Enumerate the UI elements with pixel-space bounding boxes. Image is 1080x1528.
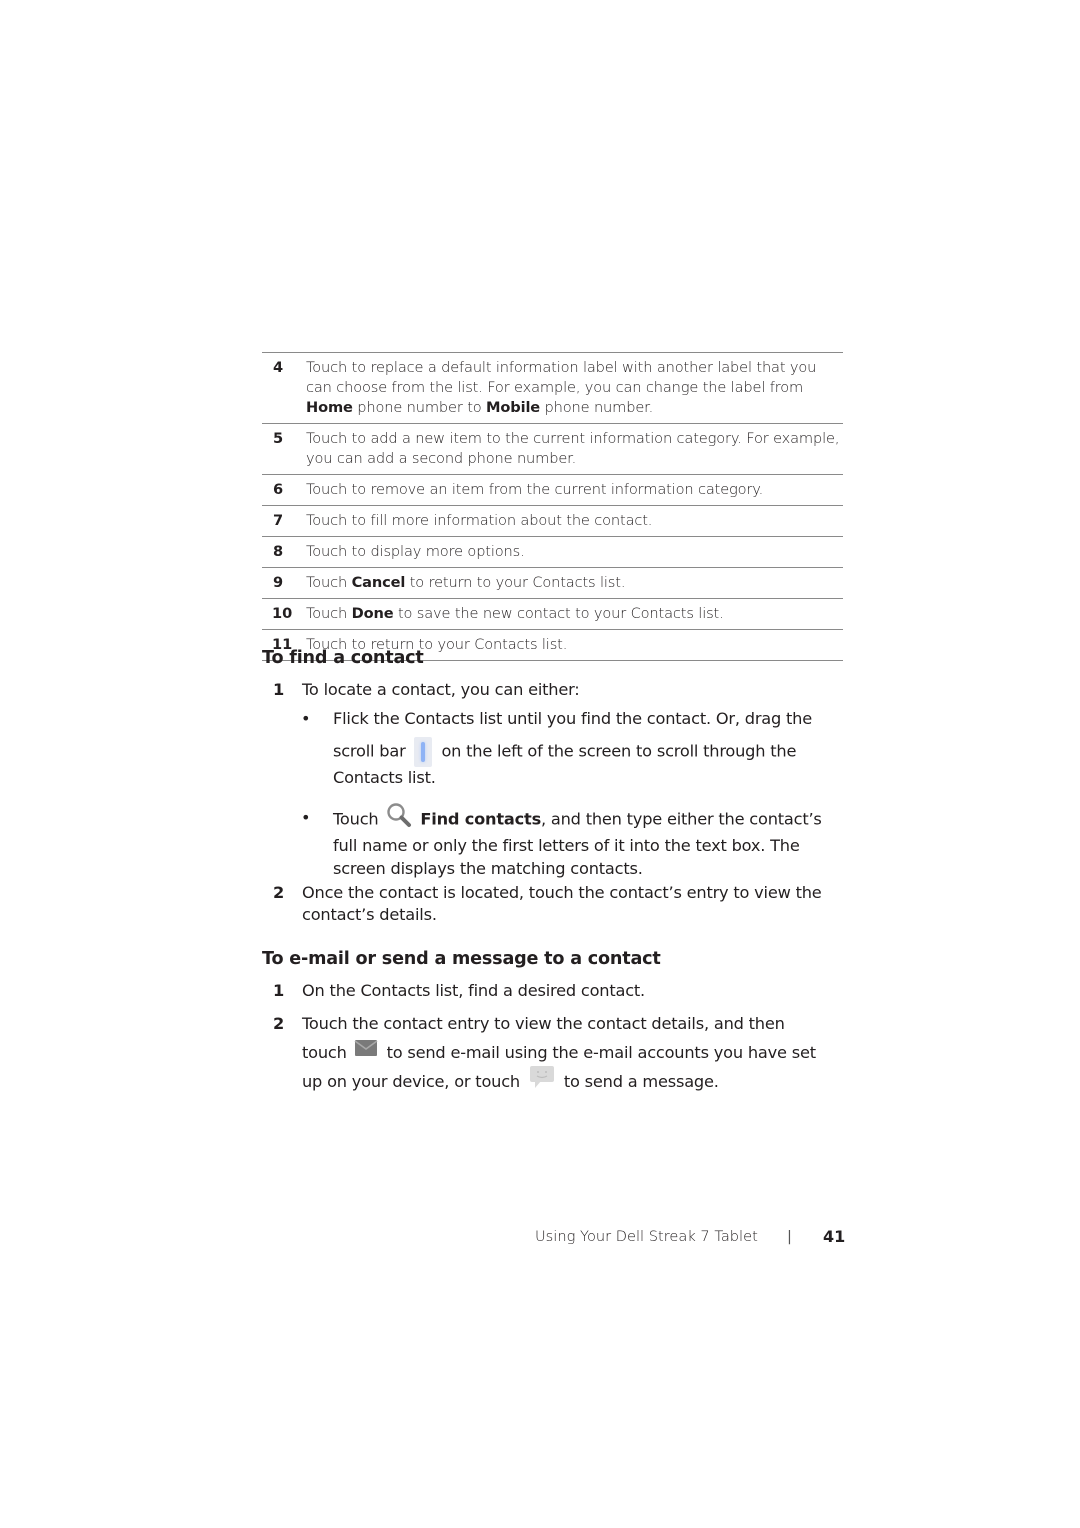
- bold-term: Cancel: [351, 574, 406, 591]
- step-number: 2: [273, 883, 285, 902]
- page-number: 41: [823, 1227, 846, 1246]
- find-step-2: 2 Once the contact is located, touch the…: [262, 882, 843, 926]
- bullet-text-line2: full name or only the first letters of i…: [333, 836, 800, 855]
- table-row: 7 Touch to fill more information about th…: [262, 506, 843, 537]
- bullet-text-line3: Contacts list.: [333, 768, 436, 787]
- row-description: Touch Cancel to return to your Contacts …: [306, 573, 843, 593]
- text-segment: Touch: [306, 574, 352, 591]
- row-description: Touch to fill more information about the…: [306, 511, 843, 531]
- table-row: 5 Touch to add a new item to the current …: [262, 424, 843, 475]
- row-number: 8: [273, 543, 284, 560]
- text-segment: Touch to add a new item to the current i…: [306, 430, 840, 467]
- row-description: Touch to display more options.: [306, 542, 843, 562]
- text-segment: Touch: [306, 605, 352, 622]
- table-row: 10 Touch Done to save the new contact to …: [262, 599, 843, 630]
- email-step-1: 1 On the Contacts list, find a desired c…: [262, 980, 843, 1002]
- row-description: Touch to add a new item to the current i…: [306, 429, 843, 469]
- row-number: 9: [273, 574, 284, 591]
- scrollbar-icon: [414, 737, 433, 767]
- find-step-1: 1 To locate a contact, you can either:: [262, 679, 843, 701]
- text-segment: Touch to fill more information about the…: [306, 512, 653, 529]
- step-text-line3a: up on your device, or touch: [302, 1072, 520, 1091]
- row-number: 10: [272, 605, 293, 622]
- text-segment: phone number.: [540, 399, 654, 416]
- step-text-line2a: touch: [302, 1043, 347, 1062]
- email-icon: [354, 1037, 378, 1066]
- text-segment: phone number to: [352, 399, 487, 416]
- text-segment: Touch to remove an item from the current…: [306, 481, 764, 498]
- search-icon: [385, 802, 413, 834]
- row-number: 4: [273, 359, 284, 376]
- table-row: 9 Touch Cancel to return to your Contacts…: [262, 568, 843, 599]
- footer-title: Using Your Dell Streak 7 Tablet: [535, 1228, 758, 1245]
- text-segment: to save the new contact to your Contacts…: [393, 605, 724, 622]
- bullet-text-line3: screen displays the matching contacts.: [333, 859, 643, 878]
- step-text-line3b: to send a message.: [563, 1072, 719, 1091]
- bullet-dot: •: [301, 808, 311, 827]
- footer-separator: |: [787, 1228, 792, 1245]
- bullet-text-line2b: on the left of the screen to scroll thro…: [441, 741, 797, 761]
- find-bullet-2: • Touch Find contacts, and then type eit…: [262, 803, 843, 880]
- section-heading-email-contact: To e-mail or send a message to a contact: [262, 949, 661, 969]
- table-row: 8 Touch to display more options.: [262, 537, 843, 568]
- step-number: 1: [273, 981, 285, 1000]
- table-row: 6 Touch to remove an item from the curren…: [262, 475, 843, 506]
- step-text-line1: Touch the contact entry to view the cont…: [302, 1014, 785, 1033]
- section-heading-find-contact: To find a contact: [262, 648, 424, 668]
- find-bullet-1: • Flick the Contacts list until you find…: [262, 708, 843, 789]
- row-number: 7: [273, 512, 284, 529]
- step-text-line2: contact’s details.: [302, 905, 437, 924]
- bold-term: Done: [351, 605, 394, 622]
- bullet-text-after: , and then type either the contact’s: [541, 809, 822, 829]
- step-text: On the Contacts list, find a desired con…: [302, 981, 645, 1000]
- row-number: 5: [273, 430, 284, 447]
- step-text: To locate a contact, you can either:: [302, 680, 580, 699]
- bullet-text-line2a: scroll bar: [333, 741, 406, 761]
- step-text-line1: Once the contact is located, touch the c…: [302, 883, 822, 902]
- text-segment: Touch to display more options.: [306, 543, 525, 560]
- text-segment: to return to your Contacts list.: [405, 574, 626, 591]
- bullet-text-touch: Touch: [333, 809, 379, 829]
- step-text-line2b: to send e-mail using the e-mail accounts…: [386, 1043, 816, 1062]
- step-number: 1: [273, 680, 285, 699]
- bold-term: Home: [306, 399, 353, 416]
- row-description: Touch to replace a default information l…: [306, 358, 843, 418]
- step-number: 2: [273, 1014, 285, 1033]
- find-contacts-label: Find contacts: [420, 809, 541, 829]
- message-icon: [529, 1065, 555, 1098]
- table-row: 4 Touch to replace a default information …: [262, 353, 843, 424]
- bold-term: Mobile: [486, 399, 541, 416]
- row-description: Touch to remove an item from the current…: [306, 480, 843, 500]
- bullet-dot: •: [301, 709, 311, 728]
- row-number: 6: [273, 481, 284, 498]
- text-segment: Touch to replace a default information l…: [306, 359, 817, 396]
- email-step-2: 2 Touch the contact entry to view the co…: [262, 1009, 843, 1098]
- bullet-text-line1: Flick the Contacts list until you find t…: [333, 709, 812, 728]
- callout-table: 4 Touch to replace a default information …: [262, 352, 843, 661]
- row-description: Touch Done to save the new contact to yo…: [306, 604, 843, 624]
